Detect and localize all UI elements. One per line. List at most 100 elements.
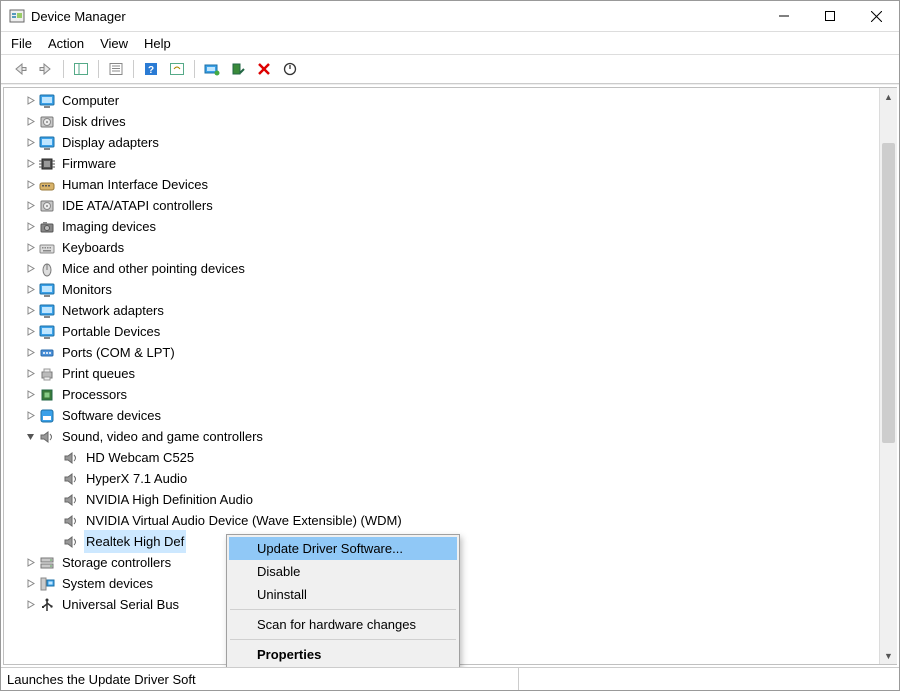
tree-child-item[interactable]: NVIDIA Virtual Audio Device (Wave Extens… [24,510,896,531]
help-button[interactable]: ? [140,58,162,80]
context-menu: Update Driver Software... Disable Uninst… [226,534,460,667]
enable-button[interactable] [227,58,249,80]
toolbar-separator [98,60,99,78]
menu-uninstall[interactable]: Uninstall [229,583,457,606]
speaker-icon [38,428,56,446]
chevron-right-icon[interactable] [22,387,38,403]
scroll-down-icon[interactable]: ▼ [880,647,897,664]
chevron-right-icon[interactable] [22,345,38,361]
soft-icon [38,407,56,425]
menu-update-driver[interactable]: Update Driver Software... [229,537,457,560]
chevron-right-icon[interactable] [22,135,38,151]
toolbar: ? [1,55,899,84]
chevron-right-icon[interactable] [22,198,38,214]
menu-help[interactable]: Help [144,36,171,51]
tree-item-ports[interactable]: Ports (COM & LPT) [4,342,896,363]
tree-item-label: Disk drives [60,110,128,133]
speaker-icon [62,533,80,551]
menu-divider [230,609,456,610]
maximize-button[interactable] [807,1,853,31]
chevron-right-icon[interactable] [22,240,38,256]
tree-item-computer[interactable]: Computer [4,90,896,111]
tree-item-hid[interactable]: Human Interface Devices [4,174,896,195]
camera-icon [38,218,56,236]
properties-button[interactable] [105,58,127,80]
menubar: File Action View Help [1,32,899,55]
statusbar: Launches the Update Driver Soft [1,667,899,690]
tree-item-label: Storage controllers [60,551,173,574]
chevron-right-icon[interactable] [22,555,38,571]
tree-child-item[interactable]: Realtek High Def [24,531,896,552]
scan-hardware-button[interactable] [166,58,188,80]
chevron-right-icon[interactable] [22,576,38,592]
tree-child-item[interactable]: HD Webcam C525 [24,447,896,468]
chevron-right-icon[interactable] [22,366,38,382]
minimize-button[interactable] [761,1,807,31]
toolbar-separator [63,60,64,78]
chevron-right-icon[interactable] [22,282,38,298]
chevron-right-icon[interactable] [22,177,38,193]
tree-item-sound[interactable]: Sound, video and game controllers [4,426,896,447]
tree-item-diskdrives[interactable]: Disk drives [4,111,896,132]
tree-item-display[interactable]: Display adapters [4,132,896,153]
menu-file[interactable]: File [11,36,32,51]
monitor-icon [38,281,56,299]
tree-item-imaging[interactable]: Imaging devices [4,216,896,237]
keyboard-icon [38,239,56,257]
scroll-thumb[interactable] [882,143,895,443]
chevron-down-icon[interactable] [22,429,38,445]
menu-divider [230,639,456,640]
chevron-right-icon[interactable] [22,114,38,130]
menu-view[interactable]: View [100,36,128,51]
chevron-right-icon[interactable] [22,261,38,277]
monitor-icon [38,323,56,341]
chevron-right-icon[interactable] [22,219,38,235]
titlebar: Device Manager [1,1,899,32]
tree-item-label: IDE ATA/ATAPI controllers [60,194,215,217]
show-hide-tree-button[interactable] [70,58,92,80]
chevron-right-icon[interactable] [22,93,38,109]
tree-item-label: Ports (COM & LPT) [60,341,177,364]
scrollbar[interactable]: ▲ ▼ [879,88,897,664]
device-manager-window: Device Manager File Action View Help ? C… [0,0,900,691]
back-button[interactable] [9,58,31,80]
tree-item-portable[interactable]: Portable Devices [4,321,896,342]
tree-item-keyboards[interactable]: Keyboards [4,237,896,258]
tree-item-label: Universal Serial Bus [60,593,181,616]
chevron-right-icon[interactable] [22,303,38,319]
close-button[interactable] [853,1,899,31]
scroll-up-icon[interactable]: ▲ [880,88,897,105]
menu-action[interactable]: Action [48,36,84,51]
menu-scan[interactable]: Scan for hardware changes [229,613,457,636]
update-driver-button[interactable] [201,58,223,80]
speaker-icon [62,491,80,509]
monitor-icon [38,134,56,152]
forward-button[interactable] [35,58,57,80]
tree-item-mice[interactable]: Mice and other pointing devices [4,258,896,279]
chevron-right-icon[interactable] [22,324,38,340]
tree-item-ide[interactable]: IDE ATA/ATAPI controllers [4,195,896,216]
tree-item-label: Software devices [60,404,163,427]
tree-item-label: NVIDIA Virtual Audio Device (Wave Extens… [84,509,404,532]
tree-item-firmware[interactable]: Firmware [4,153,896,174]
usb-icon [38,596,56,614]
chevron-right-icon[interactable] [22,597,38,613]
disable-button[interactable] [279,58,301,80]
chevron-right-icon[interactable] [22,156,38,172]
chevron-right-icon[interactable] [22,408,38,424]
tree-item-proc[interactable]: Processors [4,384,896,405]
tree-item-label: Monitors [60,278,114,301]
tree-item-softdev[interactable]: Software devices [4,405,896,426]
disk-icon [38,113,56,131]
window-controls [761,1,899,31]
menu-properties[interactable]: Properties [229,643,457,666]
disk-icon [38,197,56,215]
tree-child-item[interactable]: NVIDIA High Definition Audio [24,489,896,510]
uninstall-button[interactable] [253,58,275,80]
printer-icon [38,365,56,383]
tree-item-printq[interactable]: Print queues [4,363,896,384]
menu-disable[interactable]: Disable [229,560,457,583]
tree-item-monitors[interactable]: Monitors [4,279,896,300]
tree-item-network[interactable]: Network adapters [4,300,896,321]
tree-child-item[interactable]: HyperX 7.1 Audio [24,468,896,489]
